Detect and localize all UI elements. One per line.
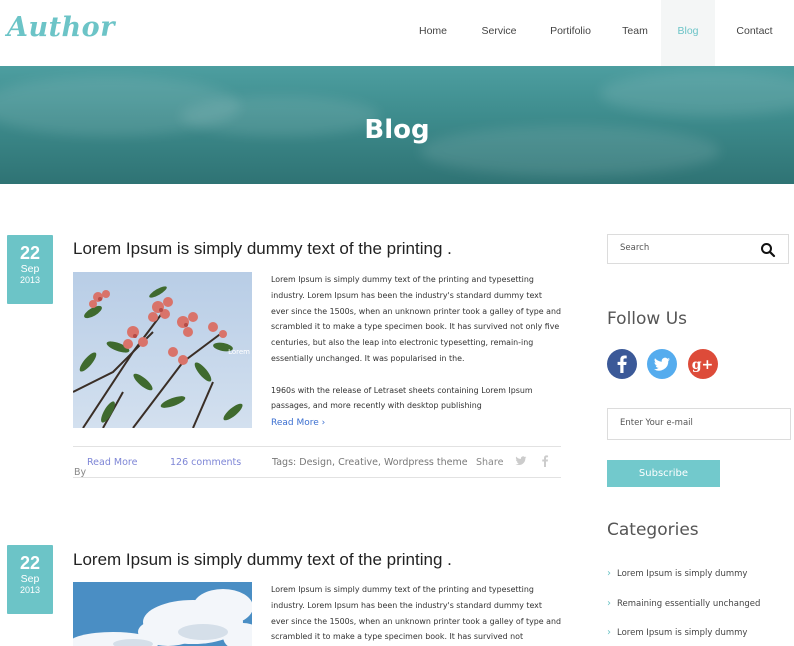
categories-heading: Categories: [607, 520, 699, 540]
subscribe-button[interactable]: Subscribe: [607, 460, 720, 487]
post-date-month: Sep: [20, 263, 40, 275]
svg-text:g+: g+: [692, 357, 714, 373]
post-excerpt-paragraph: Lorem Ipsum is simply dummy text of the …: [271, 275, 562, 363]
facebook-icon[interactable]: [607, 349, 637, 379]
post-date-year: 2013: [19, 275, 41, 285]
nav-blog[interactable]: Blog: [661, 0, 715, 66]
facebook-share-icon[interactable]: [540, 455, 550, 470]
post-excerpt: Lorem Ipsum is simply dummy text of the …: [271, 582, 561, 646]
post-thumbnail-flowers[interactable]: Lorem: [73, 272, 252, 428]
chevron-right-icon: ›: [607, 568, 611, 579]
nav-home[interactable]: Home: [400, 0, 466, 66]
post-date-year: 2013: [19, 585, 41, 595]
post-tags: Tags: Design, Creative, Wordpress theme: [272, 457, 468, 468]
thumbnail-caption: Lorem: [228, 348, 250, 356]
nav-portfolio[interactable]: Portifolio: [532, 0, 609, 66]
site-logo[interactable]: Author: [7, 12, 115, 43]
page-title: Blog: [364, 115, 430, 145]
search-box: [607, 234, 789, 264]
twitter-share-icon[interactable]: [515, 455, 527, 470]
email-field[interactable]: [620, 418, 780, 428]
chevron-right-icon: ›: [318, 418, 326, 428]
share-label: Share: [476, 457, 504, 468]
hero-cloud: [600, 71, 794, 116]
main-nav: Home Service Portifolio Team Blog Contac…: [400, 0, 794, 66]
chevron-right-icon: ›: [607, 598, 611, 609]
sky-photo: [73, 582, 252, 646]
post-excerpt: Lorem Ipsum is simply dummy text of the …: [271, 272, 561, 430]
category-label: Remaining essentially unchanged: [617, 599, 761, 609]
post-date-month: Sep: [20, 573, 40, 585]
post-thumbnail-sky[interactable]: [73, 582, 252, 646]
post-excerpt-paragraph: Lorem Ipsum is simply dummy text of the …: [271, 585, 562, 642]
nav-team[interactable]: Team: [609, 0, 661, 66]
page-hero-banner: Blog: [0, 66, 794, 184]
read-more-label: Read More: [271, 418, 319, 428]
category-item[interactable]: › Lorem Ipsum is simply dummy: [607, 568, 747, 579]
category-item[interactable]: › Remaining essentially unchanged: [607, 598, 760, 609]
follow-us-heading: Follow Us: [607, 309, 688, 329]
read-more-link[interactable]: Read More ›: [271, 418, 325, 428]
search-icon[interactable]: [760, 242, 776, 258]
post-date-badge: 22 Sep 2013: [7, 545, 53, 614]
google-plus-icon[interactable]: g+: [688, 349, 718, 379]
twitter-icon[interactable]: [647, 349, 677, 379]
post-title[interactable]: Lorem Ipsum is simply dummy text of the …: [73, 550, 452, 570]
post-date-day: 22: [19, 243, 41, 263]
newsletter-box: [607, 408, 791, 440]
post-excerpt-paragraph: 1960s with the release of Letraset sheet…: [271, 385, 533, 411]
post-comments-link[interactable]: 126 comments: [170, 457, 241, 468]
nav-contact[interactable]: Contact: [715, 0, 794, 66]
nav-service[interactable]: Service: [466, 0, 532, 66]
category-label: Lorem Ipsum is simply dummy: [617, 569, 748, 579]
post-author-link[interactable]: Read More: [87, 457, 137, 468]
post-date-badge: 22 Sep 2013: [7, 235, 53, 304]
post-title[interactable]: Lorem Ipsum is simply dummy text of the …: [73, 239, 452, 259]
category-item[interactable]: › Lorem Ipsum is simply dummy: [607, 627, 747, 638]
chevron-right-icon: ›: [607, 627, 611, 638]
search-input[interactable]: [620, 243, 760, 253]
post-meta-bar: By Read More 126 comments Tags: Design, …: [73, 446, 561, 478]
flower-photo: [73, 272, 252, 428]
category-label: Lorem Ipsum is simply dummy: [617, 628, 748, 638]
post-date-day: 22: [19, 553, 41, 573]
site-header: Author Home Service Portifolio Team Blog…: [0, 0, 794, 66]
